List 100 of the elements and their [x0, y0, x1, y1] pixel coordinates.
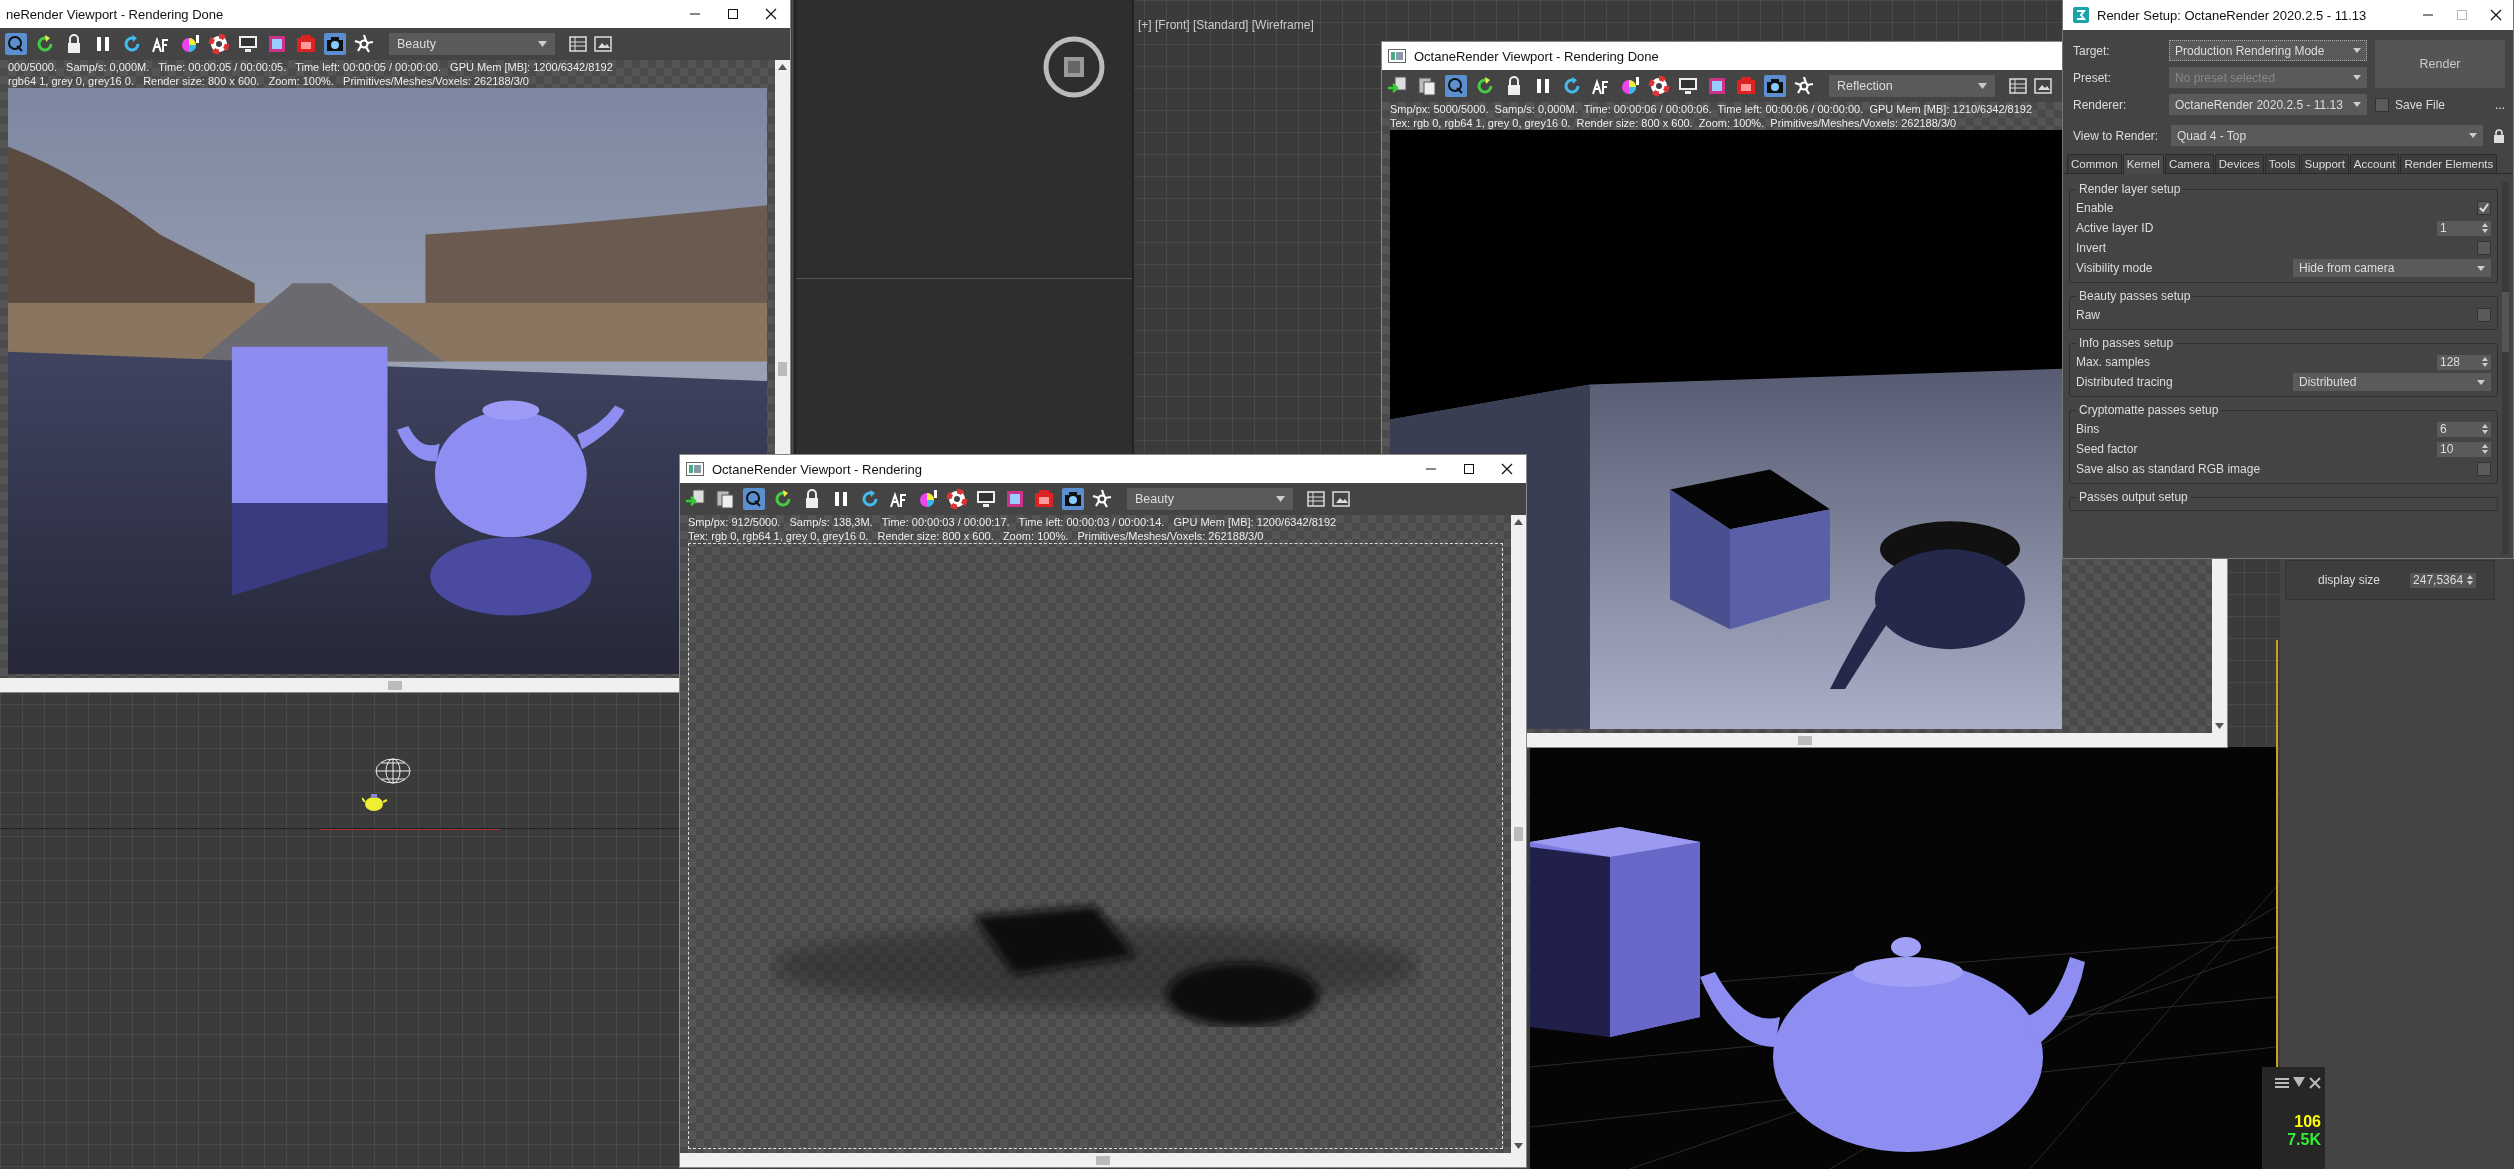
option-checkbox[interactable]: [2477, 241, 2491, 255]
scroll-thumb[interactable]: [1096, 1155, 1110, 1165]
scroll-thumb[interactable]: [2502, 292, 2509, 352]
checkbox-label: Save File: [2395, 97, 2447, 112]
close-icon[interactable]: [2490, 9, 2502, 21]
lifebuoy-icon[interactable]: [207, 32, 231, 56]
app-window-icon: [1388, 49, 1406, 63]
status-text: Smp/px: 5000/5000. Samp/s: 0,000M. Time: 00:00:06 / 00:00:06. Time left: 00:00:06 / 00:00:00. GPU Mem [MB]: 1210/6342/8192: [1389, 102, 2034, 116]
pass-dropdown[interactable]: Beauty: [1127, 488, 1293, 510]
caret-icon: [2469, 133, 2477, 138]
window-title: neRender Viewport - Rendering Done: [6, 6, 224, 22]
tab[interactable]: Account: [2349, 154, 2400, 173]
scroll-down-icon[interactable]: [1514, 1143, 1523, 1149]
caret-icon: [1978, 83, 1987, 89]
window-title: OctaneRender Viewport - Rendering: [712, 461, 923, 477]
option-label: Seed factor: [2076, 442, 2138, 456]
pass-dropdown[interactable]: Beauty: [389, 33, 555, 55]
render-button[interactable]: Render: [2375, 40, 2505, 88]
tab[interactable]: Devices: [2214, 154, 2264, 173]
close-icon[interactable]: [1501, 463, 1513, 475]
table-icon[interactable]: [2008, 76, 2028, 96]
group-title: Passes output setup: [2078, 490, 2189, 504]
table-icon[interactable]: [568, 34, 588, 54]
option-dropdown[interactable]: Hide from camera: [2293, 259, 2491, 277]
save-file-checkbox[interactable]: [2375, 97, 2389, 112]
option-checkbox[interactable]: [2477, 201, 2491, 215]
tab[interactable]: Tools: [2264, 154, 2300, 173]
group-title: Cryptomatte passes setup: [2078, 403, 2220, 417]
stat-value: 106: [2294, 1113, 2321, 1131]
lock-icon[interactable]: [2493, 128, 2505, 143]
lens-icon[interactable]: [4, 32, 28, 56]
clipboard-icon[interactable]: [1415, 74, 1439, 98]
group-title: Beauty passes setup: [2078, 289, 2192, 303]
pass-dropdown[interactable]: Reflection: [1829, 75, 1995, 97]
app-logo-icon: [2073, 7, 2089, 23]
scroll-thumb[interactable]: [388, 680, 402, 690]
field-label: display size: [2318, 573, 2381, 587]
triangle-icon[interactable]: [2293, 1077, 2305, 1087]
option-label: Enable: [2076, 201, 2114, 215]
stat-value: 7.5K: [2287, 1131, 2321, 1149]
caret-icon: [538, 41, 547, 47]
lifebuoy-icon[interactable]: [945, 487, 969, 511]
clipboard-icon[interactable]: [713, 487, 737, 511]
camera-icon[interactable]: [1763, 74, 1787, 98]
tab[interactable]: Support: [2300, 154, 2349, 173]
option-dropdown[interactable]: Distributed: [2293, 373, 2491, 391]
option-checkbox[interactable]: [2477, 308, 2491, 322]
teapot-icon: [362, 792, 388, 812]
status-text: 000/5000. Samp/s: 0,000M. Time: 00:00:05 / 00:00:05. Time left: 00:00:05 / 00:00:00. GPU Mem [MB]: 1200/6342/8192: [7, 60, 614, 74]
viewport-label[interactable]: [+] [Front] [Standard] [Wireframe]: [1138, 18, 1314, 32]
caret-icon: [2353, 48, 2361, 53]
target-dropdown[interactable]: Production Rendering Mode: [2169, 40, 2367, 61]
spinner-arrows-icon: [2467, 575, 2474, 585]
maximize-icon[interactable]: [1463, 463, 1475, 475]
window-title: Render Setup: OctaneRender 2020.2.5 - 11.13: [2097, 7, 2368, 23]
status-text: rgb64 1, grey 0, grey16 0. Render size: 800 x 600. Zoom: 100%. Primitives/Meshes/Voxels: 262188/3/0: [7, 74, 530, 88]
tab[interactable]: Kernel: [2122, 154, 2164, 174]
option-label: Active layer ID: [2076, 221, 2154, 235]
app-window-icon: [686, 462, 704, 476]
spinner-arrows-icon: [2482, 444, 2488, 454]
camera-icon[interactable]: [323, 32, 347, 56]
table-icon[interactable]: [1306, 489, 1326, 509]
picture-icon[interactable]: [2033, 76, 2053, 96]
option-checkbox[interactable]: [2477, 462, 2491, 476]
number-spinner[interactable]: 247,5364: [2410, 572, 2477, 588]
maximize-icon[interactable]: [727, 8, 739, 20]
status-text: Smp/px: 912/5000. Samp/s: 138,3M. Time: 00:00:03 / 00:00:17. Time left: 00:00:03 / 00:00:14. GPU Mem [MB]: 1200/6342/8192: [687, 515, 1338, 529]
scroll-down-icon[interactable]: [2215, 723, 2224, 729]
lens-icon[interactable]: [1444, 74, 1468, 98]
scroll-thumb[interactable]: [1797, 735, 1812, 745]
scroll-up-icon[interactable]: [1514, 519, 1523, 525]
close-icon[interactable]: [765, 8, 777, 20]
group-title: Info passes setup: [2078, 336, 2175, 350]
tab[interactable]: Common: [2067, 154, 2122, 173]
scroll-thumb[interactable]: [1514, 827, 1523, 841]
number-spinner[interactable]: 6: [2437, 421, 2491, 437]
more-button[interactable]: ...: [2495, 97, 2505, 112]
lifebuoy-icon[interactable]: [1647, 74, 1671, 98]
renderer-dropdown[interactable]: OctaneRender 2020.2.5 - 11.13: [2169, 94, 2367, 115]
picture-icon[interactable]: [593, 34, 613, 54]
number-spinner[interactable]: 10: [2437, 441, 2491, 457]
menu-icon[interactable]: [2275, 1077, 2289, 1089]
number-spinner[interactable]: 1: [2437, 220, 2491, 236]
camera-icon[interactable]: [1061, 487, 1085, 511]
group-title: Render layer setup: [2078, 182, 2182, 196]
field-label: Preset:: [2073, 70, 2112, 85]
field-label: View to Render:: [2073, 128, 2160, 143]
option-label: Max. samples: [2076, 355, 2151, 369]
picture-icon[interactable]: [1331, 489, 1351, 509]
tab[interactable]: Render Elements: [2400, 154, 2498, 173]
caret-icon: [2353, 75, 2361, 80]
tab[interactable]: Camera: [2164, 154, 2214, 173]
scroll-up-icon[interactable]: [778, 64, 787, 70]
number-spinner[interactable]: 128: [2437, 354, 2491, 370]
lens-icon[interactable]: [742, 487, 766, 511]
scroll-thumb[interactable]: [778, 362, 787, 376]
view-dropdown[interactable]: Quad 4 - Top: [2171, 125, 2483, 146]
close-icon[interactable]: [2309, 1077, 2321, 1089]
caret-icon: [1276, 496, 1285, 502]
option-label: Distributed tracing: [2076, 375, 2173, 389]
